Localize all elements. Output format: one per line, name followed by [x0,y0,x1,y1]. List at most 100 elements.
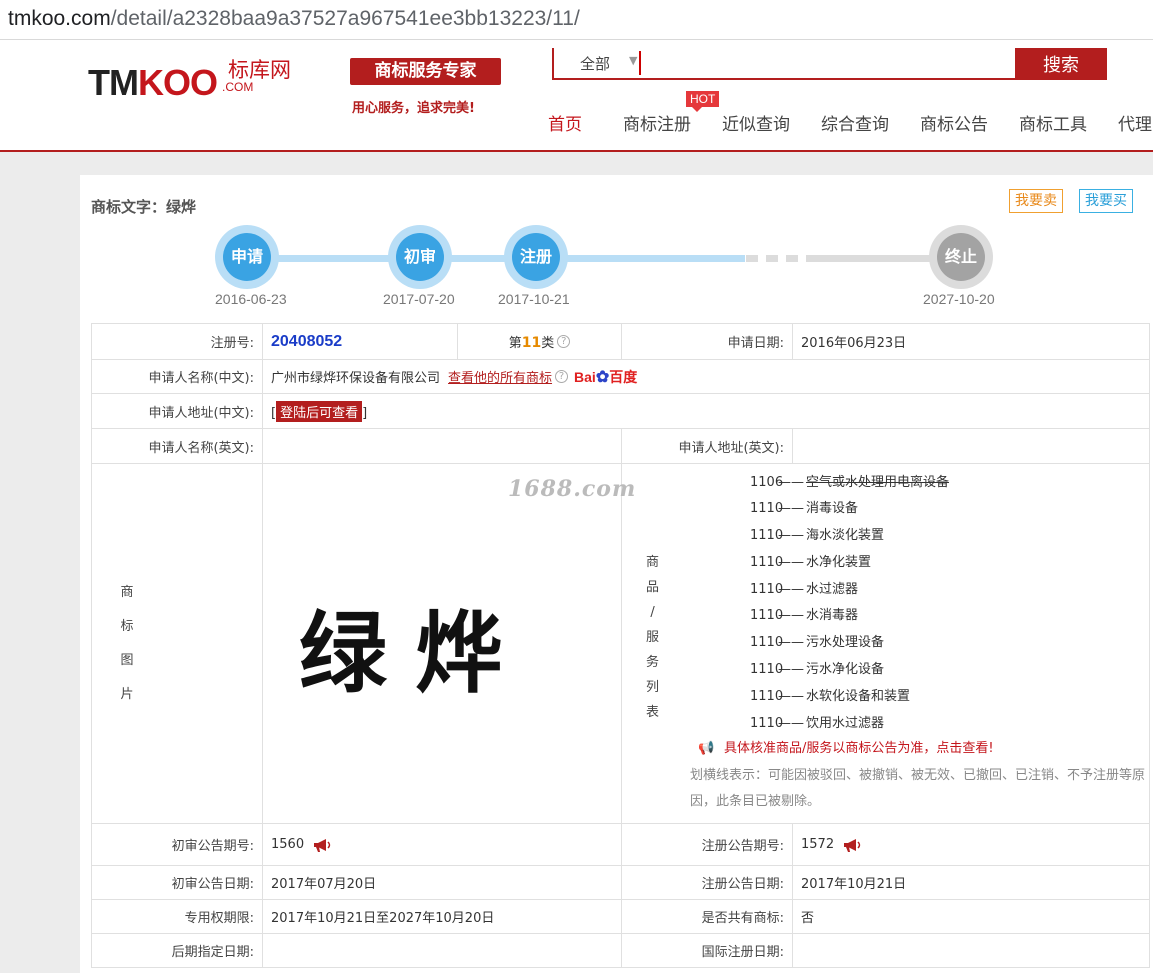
reg-no-cell: 20408052 [262,323,458,360]
table-row: 初审公告期号: 1560 注册公告期号: 1572 [91,823,1150,866]
class-cell: 第11类? [457,323,622,360]
timeline-node-register: 注册 [504,225,568,289]
login-to-view-button[interactable]: 登陆后可查看 [276,400,363,422]
goods-item: 1110—— 污水净化设备 [750,662,885,678]
site-header: TMKOO 标库网 .COM 商标服务专家 用心服务，追求完美! 全部 ▼ 搜索… [0,40,1153,152]
nav-tools[interactable]: 商标工具 [1019,110,1087,135]
search-input[interactable] [639,51,1009,75]
megaphone-icon[interactable] [842,838,864,852]
hot-badge: HOT [686,91,720,112]
address-en-value [792,428,1150,464]
table-row: 申请人名称(英文): 申请人地址(英文): [91,428,1150,464]
apply-date-value: 2016年06月23日 [792,323,1150,360]
reg-pub-no-cell: 1572 [792,823,1150,866]
timeline-progress-line [245,255,745,262]
table-row: 专用权期限: 2017年10月21日至2027年10月20日 是否共有商标: 否 [91,899,1150,934]
table-row: 初审公告日期: 2017年07月20日 注册公告日期: 2017年10月21日 [91,865,1150,900]
goods-items: 1106—— 空气或水处理用电离设备 1110—— 消毒设备 1110—— 海水淡化装置 1… [750,470,949,738]
nav-agency[interactable]: 代理 [1118,110,1152,135]
goods-list-label: 商品 / 服务列表 [646,555,660,720]
slogan-badge: 商标服务专家 [350,58,501,85]
shared-value: 否 [792,899,1150,934]
reg-pub-date-value: 2017年10月21日 [792,865,1150,900]
prelim-no-value: 1560 [271,837,305,852]
help-icon[interactable]: ? [555,369,569,383]
address-cn-cell: [登陆后可查看] [262,393,1150,429]
mark-image-cell: 绿烨 1688.com [262,463,635,824]
applicant-cn-cell: 广州市绿烨环保设备有限公司 查看他的所有商标? Bai✿百度 [262,359,1150,394]
address-en-label: 申请人地址(英文): [621,428,793,464]
reg-pub-no-value: 1572 [801,837,835,852]
goods-item: 1110—— 水软化设备和装置 [750,688,911,704]
table-row: 后期指定日期: 国际注册日期: [91,933,1150,968]
goods-item: 1110—— 海水淡化装置 [750,528,885,544]
reg-no-value: 20408052 [271,332,343,350]
later-date-value [262,933,622,968]
goods-item: 1110—— 水净化装置 [750,554,872,570]
applicant-cn-label: 申请人名称(中文): [91,359,263,394]
search-scope-select[interactable]: 全部 [580,53,610,74]
prelim-date-label: 初审公告日期: [91,865,263,900]
goods-list: 1106—— 空气或水处理用电离设备 1110—— 消毒设备 1110—— 海水淡化装置 1… [690,465,1149,823]
prelim-no-cell: 1560 [262,823,622,866]
nav-home[interactable]: 首页 [548,110,582,135]
goods-cell: 商品 / 服务列表 1106—— 空气或水处理用电离设备 1110—— 消毒设备 1110—… [621,463,1150,824]
trademark-info-table: 注册号: 20408052 第11类? 申请日期: 2016年06月23日 申请… [91,323,1150,968]
applicant-en-value [262,428,622,464]
goods-item: 1110—— 水过滤器 [750,581,859,597]
chevron-down-icon[interactable]: ▼ [629,54,637,67]
goods-item: 1110—— 消毒设备 [750,501,859,517]
table-row: 申请人名称(中文): 广州市绿烨环保设备有限公司 查看他的所有商标? Bai✿百度 [91,359,1150,394]
url-domain: tmkoo.com [8,7,111,30]
goods-explanation: 划横线表示：可能因被驳回、被撤销、被无效、已撤回、已注销、不予注册等原因，此条目… [690,767,1146,809]
search-button[interactable]: 搜索 [1015,48,1107,80]
buy-button[interactable]: 我要买 [1079,189,1133,213]
goods-notice-link[interactable]: 📢 具体核准商品/服务以商标公告为准，点击查看! [690,737,994,757]
reg-pub-date-label: 注册公告日期: [621,865,793,900]
help-icon[interactable]: ? [557,335,571,348]
reg-no-label: 注册号: [91,323,263,360]
mark-text: 绿烨 [299,601,532,705]
applicant-cn-value: 广州市绿烨环保设备有限公司 [271,370,441,386]
table-row: 注册号: 20408052 第11类? 申请日期: 2016年06月23日 [91,323,1150,360]
applicant-en-label: 申请人名称(英文): [91,428,263,464]
apply-date-label: 申请日期: [621,323,793,360]
prelim-no-label: 初审公告期号: [91,823,263,866]
logo-com: .COM [222,80,254,94]
slogan-subtitle: 用心服务，追求完美! [352,101,475,116]
url-path: /detail/a2328baa9a37527a967541ee3bb13223… [110,7,580,30]
timeline-date-apply: 2016-06-23 [215,291,287,307]
shared-label: 是否共有商标: [621,899,793,934]
goods-item: 1110—— 水消毒器 [750,608,859,624]
intl-date-label: 国际注册日期: [621,933,793,968]
page-title: 商标文字：绿烨 [91,198,197,216]
exclusive-period-value: 2017年10月21日至2027年10月20日 [262,899,622,934]
all-marks-link[interactable]: 查看他的所有商标 [448,371,552,386]
timeline-node-prelim: 初审 [388,225,452,289]
megaphone-icon[interactable] [312,838,334,852]
class-value: 11 [521,335,542,351]
goods-item: 1106—— 空气或水处理用电离设备 [750,474,950,490]
address-bar[interactable]: tmkoo.com/detail/a2328baa9a37527a967541e… [0,0,1153,40]
exclusive-period-label: 专用权期限: [91,899,263,934]
reg-pub-no-label: 注册公告期号: [621,823,793,866]
megaphone-icon: 📢 [698,741,715,756]
nav-announcement[interactable]: 商标公告 [920,110,988,135]
url-text[interactable]: tmkoo.com/detail/a2328baa9a37527a967541e… [8,7,580,31]
watermark: 1688.com [508,476,637,502]
address-cn-label: 申请人地址(中文): [91,393,263,429]
nav-general-search[interactable]: 综合查询 [821,110,889,135]
nav-trademark-register[interactable]: 商标注册 [623,110,691,135]
goods-item: 1110—— 污水处理设备 [750,635,885,651]
table-row: 商标图片 绿烨 1688.com 商品 / 服务列表 1106—— 空气或水处理用电离… [91,463,1150,824]
timeline-node-apply: 申请 [215,225,279,289]
logo-wordmark: TMKOO [88,62,218,103]
baidu-search-link[interactable]: Bai✿百度 [574,368,637,386]
nav-similar-search[interactable]: 近似查询 [722,110,790,135]
later-date-label: 后期指定日期: [91,933,263,968]
baidu-paw-icon: ✿ [595,368,610,386]
table-row: 申请人地址(中文): [登陆后可查看] [91,393,1150,429]
timeline-date-end: 2027-10-20 [923,291,995,307]
sell-button[interactable]: 我要卖 [1009,189,1063,213]
mark-image: 绿烨 [163,465,621,823]
